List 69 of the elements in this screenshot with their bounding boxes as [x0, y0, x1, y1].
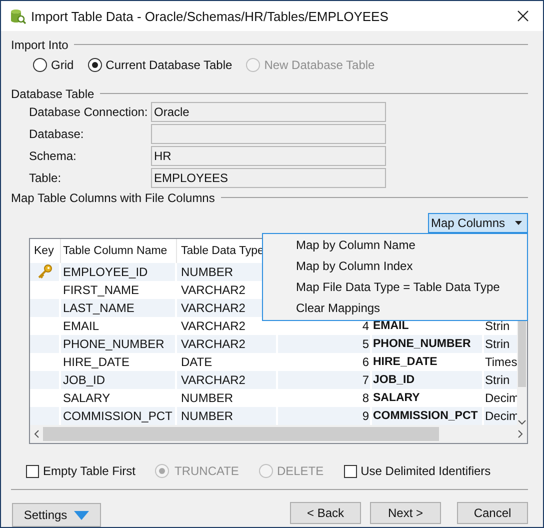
- checkbox[interactable]: [26, 464, 39, 478]
- table-cell-text: 6: [362, 354, 369, 371]
- radio-label: New Database Table: [264, 58, 375, 72]
- table-cell-text: HIRE_DATE: [373, 355, 438, 370]
- table-cell-text: 8: [362, 390, 369, 407]
- option-label: Use Delimited Identifiers: [360, 464, 491, 478]
- field-label: Database:: [29, 127, 85, 141]
- radio-label: Grid: [51, 58, 74, 72]
- menu-item[interactable]: Clear Mappings: [263, 298, 527, 319]
- table-cell-text: EMAIL: [63, 318, 100, 335]
- table-cell-text: JOB_ID: [63, 372, 106, 389]
- input-field[interactable]: HR: [151, 146, 386, 166]
- settings-button[interactable]: Settings: [12, 503, 101, 527]
- table-cell-text: Times: [485, 354, 518, 371]
- radio-button[interactable]: [88, 58, 102, 72]
- input-field[interactable]: EMPLOYEES: [151, 168, 386, 188]
- field-label: Table:: [29, 171, 62, 185]
- table-cell-text: EMPLOYEE_ID: [63, 264, 148, 281]
- menu-item[interactable]: Map File Data Type = Table Data Type: [263, 277, 527, 298]
- next-button[interactable]: Next >: [370, 502, 441, 524]
- caret-icon: [515, 221, 522, 225]
- table-cell-text: DATE: [181, 354, 212, 371]
- table-cell-text: NUMBER: [181, 390, 234, 407]
- table-cell-text: 4: [362, 318, 369, 335]
- input-field[interactable]: [151, 124, 386, 144]
- table-cell-text: 9: [362, 408, 369, 425]
- table-cell-text: VARCHAR2: [181, 372, 246, 389]
- option-label: Empty Table First: [43, 464, 136, 478]
- section-heading: Import Into: [11, 38, 68, 52]
- table-cell-text: FIRST_NAME: [63, 282, 140, 299]
- table-cell-text: SALARY: [63, 390, 110, 407]
- table-cell-text: Strin: [485, 318, 510, 335]
- table-cell-text: NUMBER: [181, 264, 234, 281]
- table-cell-text: COMMISSION_PCT: [373, 409, 478, 424]
- table-cell-text: COMMISSION_PCT: [63, 408, 172, 425]
- field-label: Database Connection:: [29, 105, 149, 119]
- table-cell-text: VARCHAR2: [181, 300, 246, 317]
- table-cell-text: VARCHAR2: [181, 318, 246, 335]
- table-cell-text: HIRE_DATE: [63, 354, 130, 371]
- table-cell-text: JOB_ID: [373, 373, 415, 388]
- table-cell-text: LAST_NAME: [63, 300, 134, 317]
- section-heading: Database Table: [11, 86, 94, 100]
- input-field[interactable]: Oracle: [151, 102, 386, 122]
- back-button[interactable]: < Back: [290, 502, 361, 524]
- caret-icon: [74, 510, 90, 520]
- table-cell-text: PHONE_NUMBER: [63, 336, 164, 353]
- table-cell-text: Strin: [485, 336, 510, 353]
- table-cell-text: EMAIL: [373, 319, 409, 334]
- section-heading: Map Table Columns with File Columns: [11, 190, 215, 204]
- table-cell-text: VARCHAR2: [181, 282, 246, 299]
- table-cell-text: Strin: [485, 372, 510, 389]
- table-cell-text: SALARY: [373, 391, 420, 406]
- table-cell-text: NUMBER: [181, 408, 234, 425]
- field-label: Schema:: [29, 149, 78, 163]
- table-cell-text: 5: [362, 336, 369, 353]
- map-columns-button[interactable]: Map Columns: [428, 213, 528, 233]
- table-cell-text: VARCHAR2: [181, 336, 246, 353]
- radio-label: Current Database Table: [106, 58, 232, 72]
- horizontal-scrollbar[interactable]: [30, 425, 527, 443]
- radio-button[interactable]: [33, 58, 47, 72]
- window-title: Import Table Data - Oracle/Schemas/HR/Tables/EMPLOYEES: [31, 8, 390, 24]
- database-icon: [10, 8, 26, 24]
- checkbox[interactable]: [344, 464, 357, 478]
- table-cell-text: PHONE_NUMBER: [373, 337, 471, 352]
- table-cell-text: 7: [362, 372, 369, 389]
- option-label: DELETE: [276, 464, 324, 478]
- option-label: TRUNCATE: [174, 464, 239, 478]
- close-icon[interactable]: [517, 10, 529, 22]
- cancel-button[interactable]: Cancel: [457, 502, 528, 524]
